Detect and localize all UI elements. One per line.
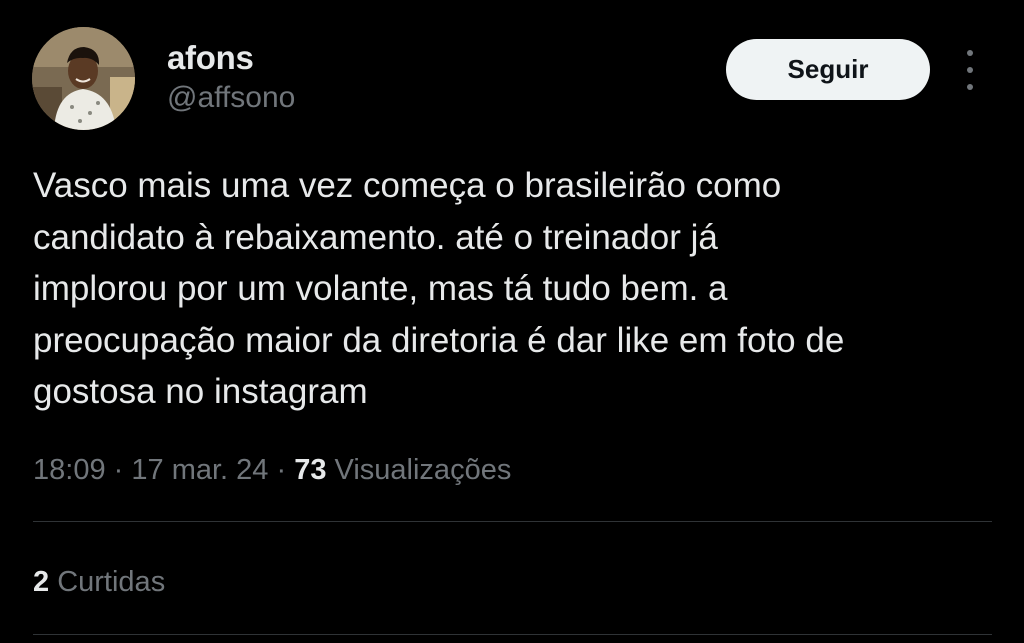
display-name[interactable]: afons [167,38,254,78]
likes-label: Curtidas [57,566,166,598]
follow-button[interactable]: Seguir [726,39,930,100]
tweet-date[interactable]: 17 mar. 24 [131,454,268,486]
tweet-metadata: 18:09 · 17 mar. 24 · 73 Visualizações [33,450,511,490]
tweet-time[interactable]: 18:09 [33,454,106,486]
divider [33,634,992,635]
more-vertical-icon[interactable] [958,50,982,90]
views-label: Visualizações [334,454,512,486]
tweet-text: Vasco mais uma vez começa o brasileirão … [33,166,845,411]
likes-link[interactable]: 2 Curtidas [33,562,165,602]
user-handle[interactable]: @affsono [167,80,295,116]
tweet-detail: afons @affsono Seguir Vasco mais uma vez… [0,0,1024,643]
divider [33,521,992,522]
avatar[interactable] [32,27,135,130]
views-count: 73 [294,454,327,486]
separator: · [113,454,124,486]
separator: · [276,454,287,486]
likes-count: 2 [33,566,50,598]
